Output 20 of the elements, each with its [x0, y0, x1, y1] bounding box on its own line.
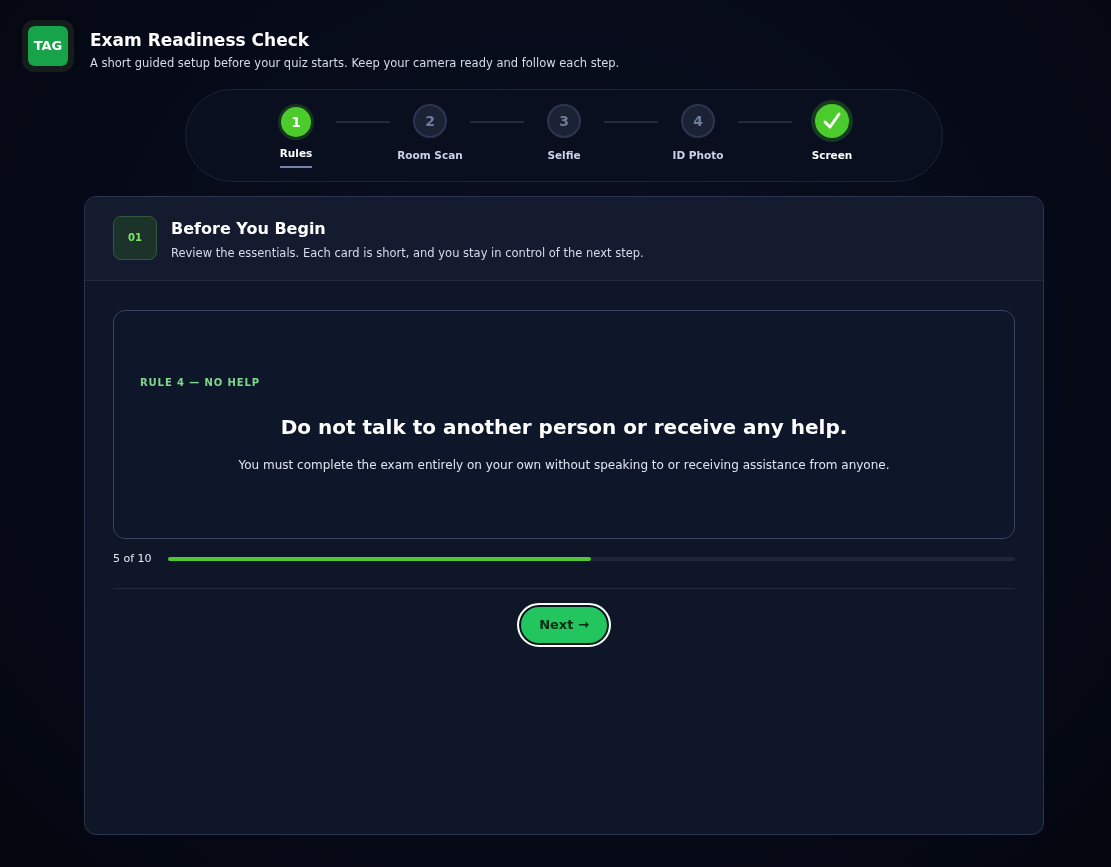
- page-title: Exam Readiness Check: [90, 30, 311, 51]
- step-number: 2: [413, 104, 447, 138]
- step-number: 4: [681, 104, 715, 138]
- panel-title: Before You Begin: [171, 217, 327, 240]
- step-tab[interactable]: Rules: [279, 146, 313, 168]
- rule-label: RULE 4 — NO HELP: [140, 376, 262, 390]
- step-number: 1: [278, 104, 314, 140]
- rule-heading: Do not talk to another person or receive any help.: [279, 414, 849, 441]
- step-tab[interactable]: ID Photo: [672, 148, 724, 164]
- step-tab[interactable]: Room Scan: [397, 148, 463, 164]
- logo-badge: TAG: [22, 20, 74, 72]
- page-subtitle: A short guided setup before your quiz starts. Keep your camera ready and follow each step.: [90, 55, 620, 73]
- rule-description: You must complete the exam entirely on your own without speaking to or receiving assistance from anyone.: [237, 457, 891, 474]
- step-number-badge: 01: [113, 215, 157, 260]
- step-tab[interactable]: Selfie: [547, 148, 581, 164]
- progress-count: 5 of 10: [113, 551, 152, 567]
- panel-subtitle: Review the essentials. Each card is short, and you stay in control of the next step.: [171, 244, 644, 262]
- step-tab[interactable]: Screen: [811, 148, 853, 164]
- step-number: 3: [547, 104, 581, 138]
- next-button[interactable]: Next →: [517, 602, 611, 647]
